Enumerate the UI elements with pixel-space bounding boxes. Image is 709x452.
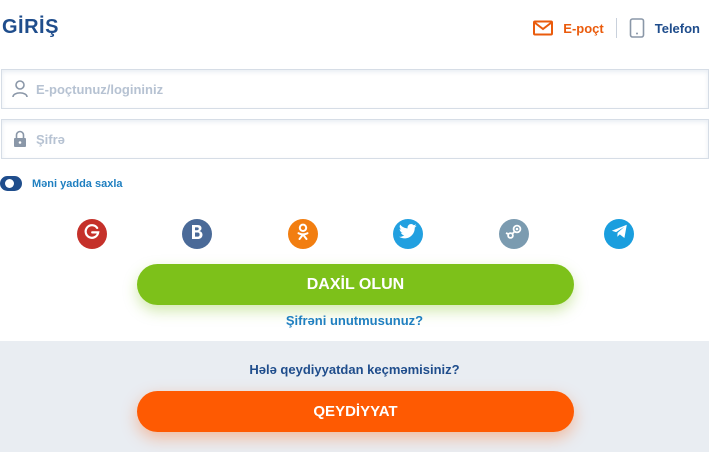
envelope-icon [533, 20, 554, 36]
remember-me: Məni yadda saxla [0, 176, 123, 191]
google-login-button[interactable] [77, 219, 107, 249]
password-field [1, 119, 709, 159]
login-button[interactable]: DAXİL OLUN [137, 264, 574, 305]
register-panel: Hələ qeydiyyatdan keçməmisiniz? QEYDİYYA… [0, 341, 709, 452]
email-method-label: E-poçt [563, 20, 604, 36]
login-method-switch: E-poçt Telefon [533, 16, 700, 40]
password-input[interactable] [34, 131, 634, 147]
toggle-knob [5, 179, 14, 188]
vk-login-button[interactable] [182, 219, 212, 249]
login-field [1, 69, 709, 109]
login-input[interactable] [34, 81, 634, 97]
forgot-password-link[interactable]: Şifrəni unutmusunuz? [0, 313, 709, 328]
steam-login-button[interactable] [499, 219, 529, 249]
twitter-icon [398, 224, 417, 244]
google-icon [83, 223, 101, 246]
method-divider [615, 18, 617, 38]
phone-method-tab[interactable]: Telefon [629, 18, 700, 38]
phone-method-label: Telefon [654, 20, 700, 36]
odnoklassniki-icon [296, 223, 310, 246]
telegram-login-button[interactable] [604, 219, 634, 249]
steam-icon [505, 223, 523, 246]
lock-icon [6, 130, 34, 148]
register-button[interactable]: QEYDİYYAT [137, 391, 574, 432]
remember-label[interactable]: Məni yadda saxla [32, 178, 123, 190]
page-title: GİRİŞ [2, 16, 59, 38]
email-method-tab[interactable]: E-poçt [533, 20, 604, 36]
register-question: Hələ qeydiyyatdan keçməmisiniz? [249, 362, 460, 377]
telegram-icon [611, 224, 628, 244]
user-icon [6, 80, 34, 98]
twitter-login-button[interactable] [393, 219, 423, 249]
odnoklassniki-login-button[interactable] [288, 219, 318, 249]
remember-toggle[interactable] [0, 176, 22, 191]
vk-icon [190, 224, 204, 245]
phone-icon [629, 18, 645, 38]
